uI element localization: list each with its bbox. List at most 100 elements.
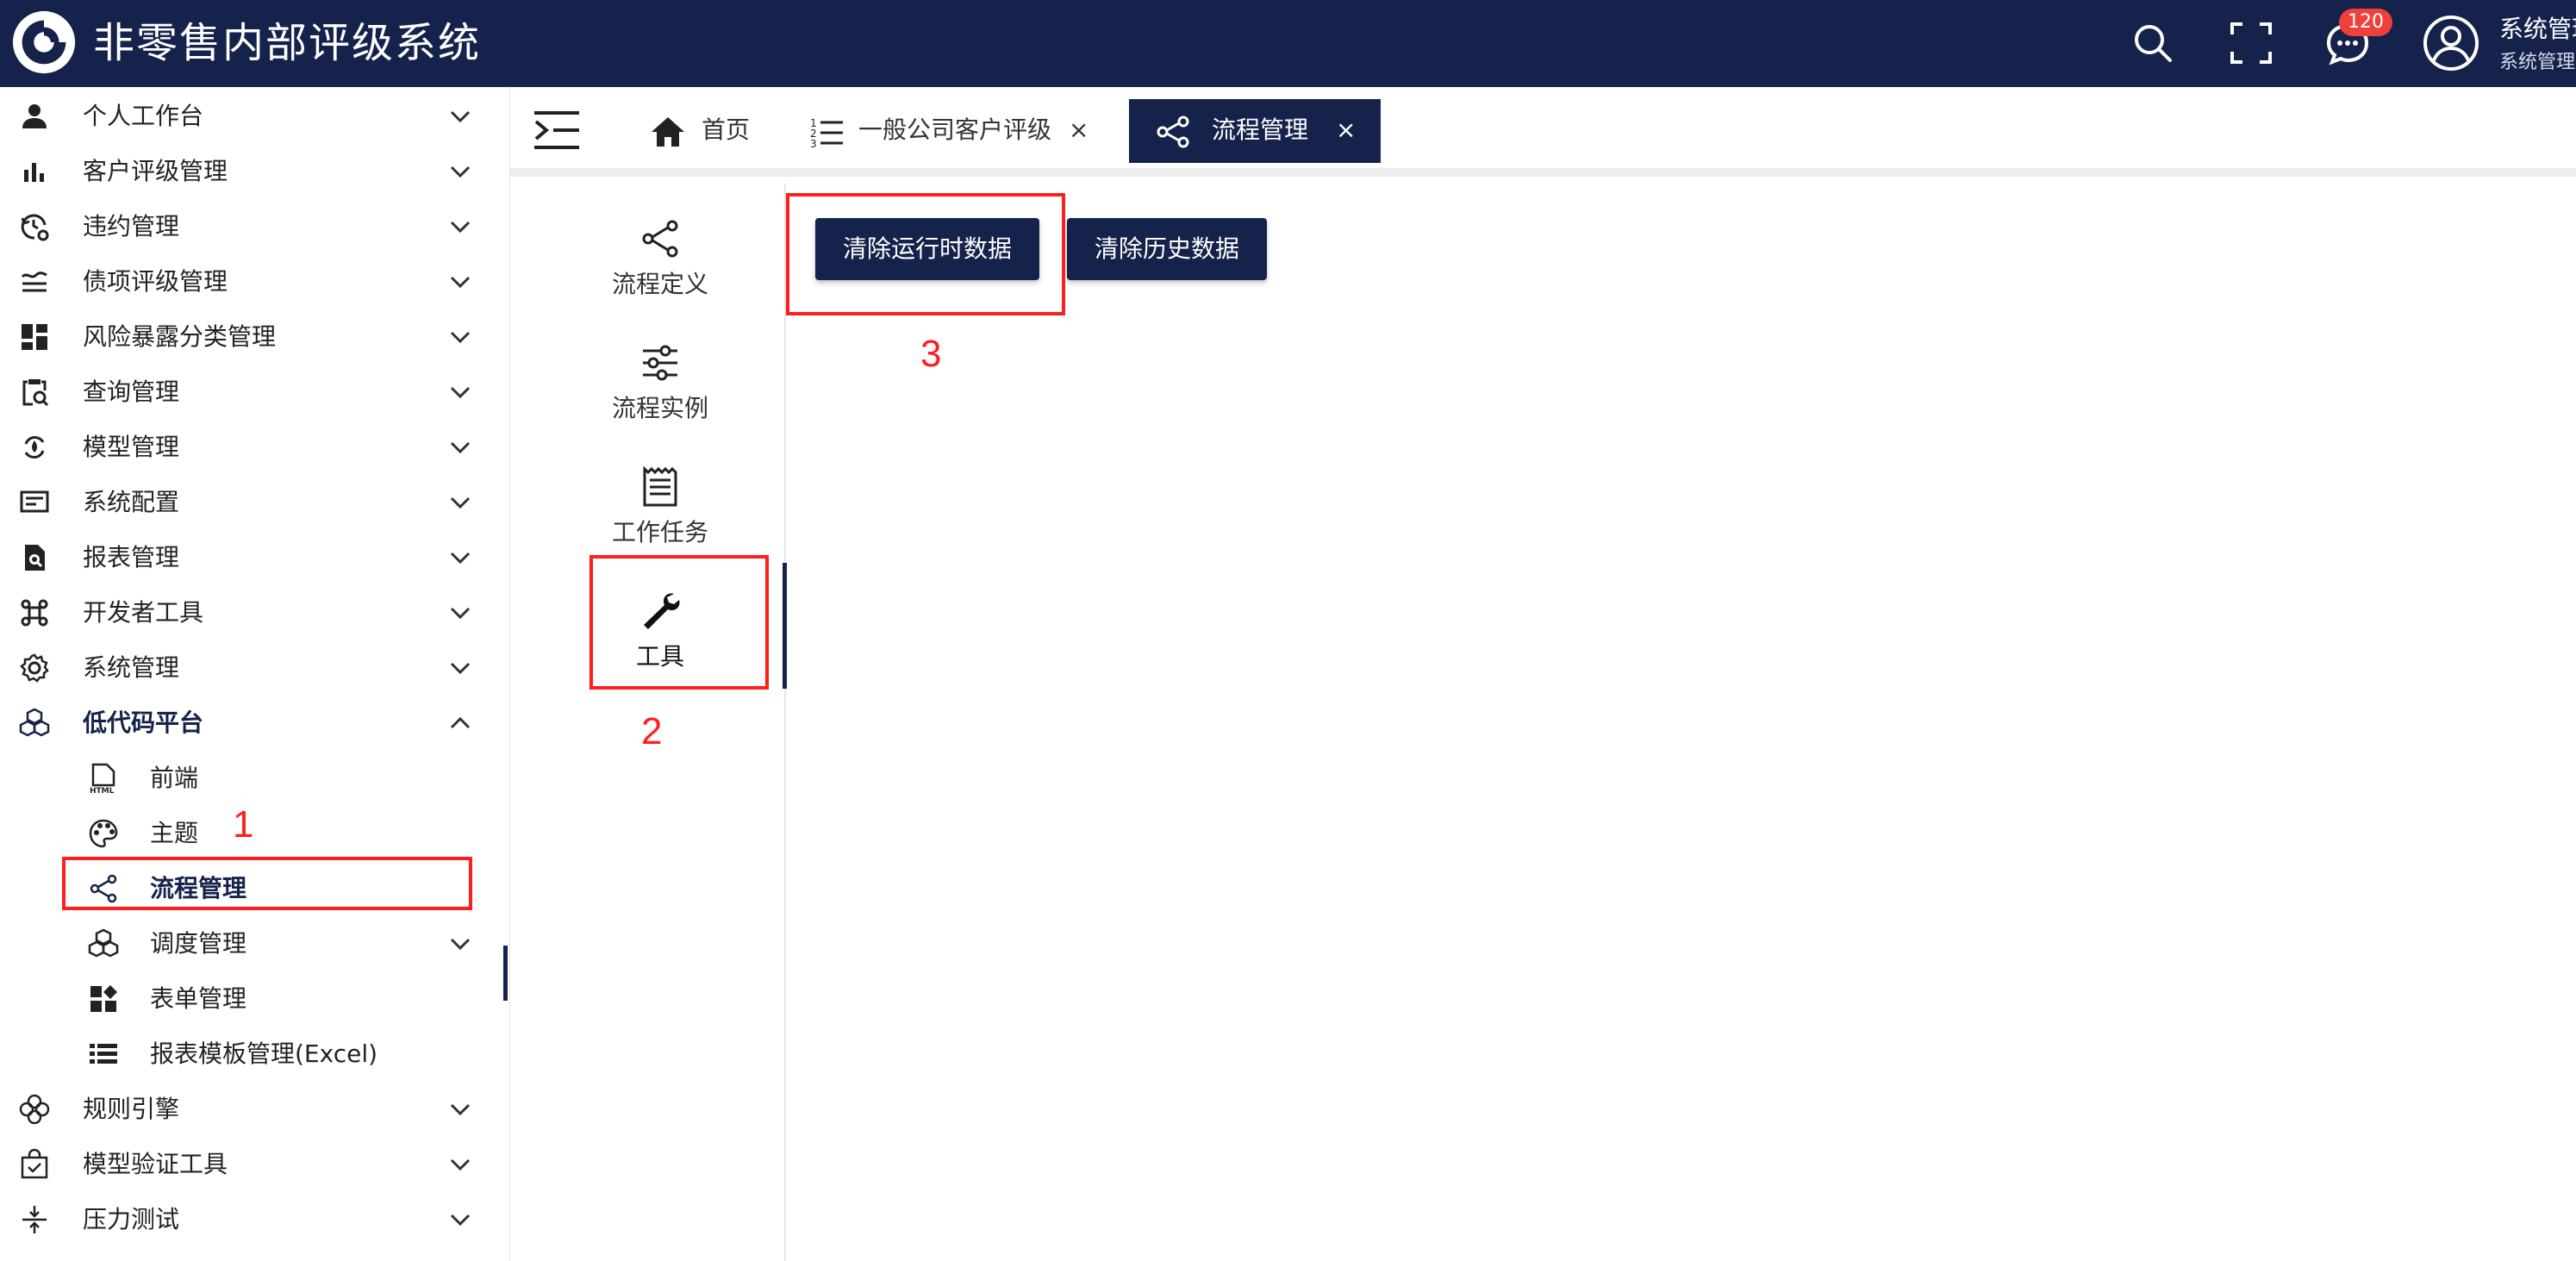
user-name[interactable]: 系统管理 [2499, 14, 2576, 45]
html-file-icon: HTML [88, 763, 119, 796]
sidebar: 个人工作台 客户评级管理 违约管理 债项评级管理 风险暴露分类管理 查询管理 模… [0, 87, 510, 1261]
app-logo[interactable] [10, 9, 78, 76]
annotation-box-3 [786, 193, 1065, 315]
user-role: 系统管理 [2499, 52, 2576, 73]
workflow-menu-label: 工作任务 [611, 518, 708, 546]
clear-history-data-button[interactable]: 清除历史数据 [1067, 218, 1267, 280]
chevron-down-icon [450, 441, 471, 454]
close-icon[interactable]: × [1069, 113, 1088, 147]
tab-label: 流程管理 [1212, 115, 1309, 144]
history-gear-icon [19, 211, 50, 242]
tabs-bar: 首页 123 一般公司客户评级 × 流程管理 × [510, 87, 2576, 177]
menu-collapse-icon[interactable] [533, 109, 581, 151]
search-icon[interactable] [2129, 19, 2177, 67]
sidebar-item-customer-rating[interactable]: 客户评级管理 [0, 144, 500, 199]
chevron-down-icon [450, 607, 471, 620]
document-search-icon [19, 542, 50, 573]
sidebar-item-label: 规则引擎 [83, 1095, 180, 1123]
share-icon [1157, 115, 1189, 148]
sidebar-item-system-management[interactable]: 系统管理 [0, 640, 500, 696]
chevron-down-icon [450, 276, 471, 289]
sidebar-item-label: 个人工作台 [83, 102, 204, 130]
dashboard-icon [19, 321, 50, 353]
sidebar-item-label: 风险暴露分类管理 [83, 322, 277, 351]
sidebar-subitem-label: 前端 [150, 764, 199, 792]
tab-label: 首页 [702, 115, 751, 144]
chevron-down-icon [450, 1103, 471, 1116]
tab-home[interactable]: 首页 [650, 99, 788, 163]
svg-text:3: 3 [810, 138, 817, 149]
bar-chart-icon [19, 156, 50, 187]
sidebar-subitem-scheduling[interactable]: 调度管理 [0, 916, 500, 971]
share-icon [642, 220, 678, 258]
clipboard-search-icon [19, 377, 50, 408]
chevron-down-icon [450, 386, 471, 399]
tab-label: 一般公司客户评级 [858, 115, 1052, 144]
sidebar-item-label: 违约管理 [83, 212, 180, 240]
workflow-menu-tasks[interactable]: 工作任务 [591, 449, 729, 561]
workflow-menu-instances[interactable]: 流程实例 [591, 325, 729, 437]
sidebar-item-model-validation[interactable]: 模型验证工具 [0, 1137, 500, 1192]
person-icon [19, 101, 50, 132]
close-icon[interactable]: × [1336, 113, 1356, 147]
sidebar-subitem-report-template[interactable]: 报表模板管理(Excel) [0, 1027, 500, 1082]
sidebar-item-label: 压力测试 [83, 1205, 180, 1233]
sidebar-item-personal-workbench[interactable]: 个人工作台 [0, 89, 500, 144]
sidebar-item-developer-tools[interactable]: 开发者工具 [0, 585, 500, 640]
sidebar-subitem-label: 主题 [150, 819, 199, 847]
sidebar-item-label: 低代码平台 [83, 709, 204, 737]
sidebar-item-label: 客户评级管理 [83, 157, 228, 185]
tab-general-company-rating[interactable]: 123 一般公司客户评级 × [808, 99, 1112, 163]
annotation-number-2: 2 [641, 710, 663, 752]
sidebar-active-indicator [503, 946, 508, 1001]
top-header: 非零售内部评级系统 120 系统管理 系统管理 [0, 0, 2576, 87]
list-icon [88, 1039, 119, 1070]
workflow-menu-label: 流程定义 [611, 270, 708, 298]
main-content: 流程定义 流程实例 工作任务 工具 清除运行时数据 清除历史数据 [517, 184, 2576, 1261]
avatar-icon[interactable] [2422, 14, 2480, 72]
sidebar-item-stress-test[interactable]: 压力测试 [0, 1192, 500, 1247]
message-count-badge: 120 [2339, 9, 2392, 36]
workflow-menu-definition[interactable]: 流程定义 [591, 201, 729, 313]
sidebar-item-label: 查询管理 [83, 378, 180, 406]
sidebar-item-label: 报表管理 [83, 543, 180, 571]
sliders-icon [643, 345, 677, 381]
sidebar-item-low-code-platform[interactable]: 低代码平台 [0, 696, 500, 751]
sidebar-item-default-management[interactable]: 违约管理 [0, 199, 500, 254]
cubes-icon [88, 928, 119, 959]
home-icon [652, 117, 684, 147]
chevron-down-icon [450, 1158, 471, 1171]
gear-icon [19, 652, 50, 684]
annotation-box-2 [589, 555, 769, 690]
fullscreen-icon[interactable] [2227, 19, 2275, 67]
sidebar-subitem-label: 调度管理 [150, 929, 247, 958]
tab-workflow-management[interactable]: 流程管理 × [1129, 99, 1381, 163]
workflow-menu-active-indicator [783, 563, 787, 689]
sidebar-item-query-management[interactable]: 查询管理 [0, 365, 500, 420]
sidebar-subitem-frontend[interactable]: HTML 前端 [0, 751, 500, 806]
sidebar-item-label: 模型管理 [83, 433, 180, 461]
annotation-number-3: 3 [920, 333, 942, 375]
annotation-box-1 [62, 857, 472, 910]
chevron-down-icon [450, 552, 471, 565]
sidebar-item-label: 模型验证工具 [83, 1150, 228, 1178]
cubes-icon [19, 708, 50, 739]
sidebar-item-label: 债项评级管理 [83, 267, 228, 296]
app-title: 非零售内部评级系统 [93, 19, 482, 67]
sidebar-item-risk-exposure[interactable]: 风险暴露分类管理 [0, 309, 500, 365]
chevron-down-icon [450, 938, 471, 951]
sidebar-subitem-label: 报表模板管理(Excel) [150, 1039, 378, 1068]
chevron-down-icon [450, 110, 471, 123]
sidebar-subitem-label: 表单管理 [150, 984, 247, 1013]
sidebar-subitem-form-management[interactable]: 表单管理 [0, 971, 500, 1027]
sidebar-item-rule-engine[interactable]: 规则引擎 [0, 1082, 500, 1137]
sidebar-item-model-management[interactable]: 模型管理 [0, 420, 500, 475]
compress-icon [19, 1204, 50, 1235]
sidebar-item-debt-rating[interactable]: 债项评级管理 [0, 254, 500, 309]
chevron-down-icon [450, 165, 471, 178]
refresh-fire-icon [19, 432, 50, 463]
sidebar-item-report-management[interactable]: 报表管理 [0, 530, 500, 585]
sidebar-item-system-config[interactable]: 系统配置 [0, 475, 500, 530]
workflow-menu-label: 流程实例 [611, 394, 708, 422]
command-icon [19, 597, 50, 628]
